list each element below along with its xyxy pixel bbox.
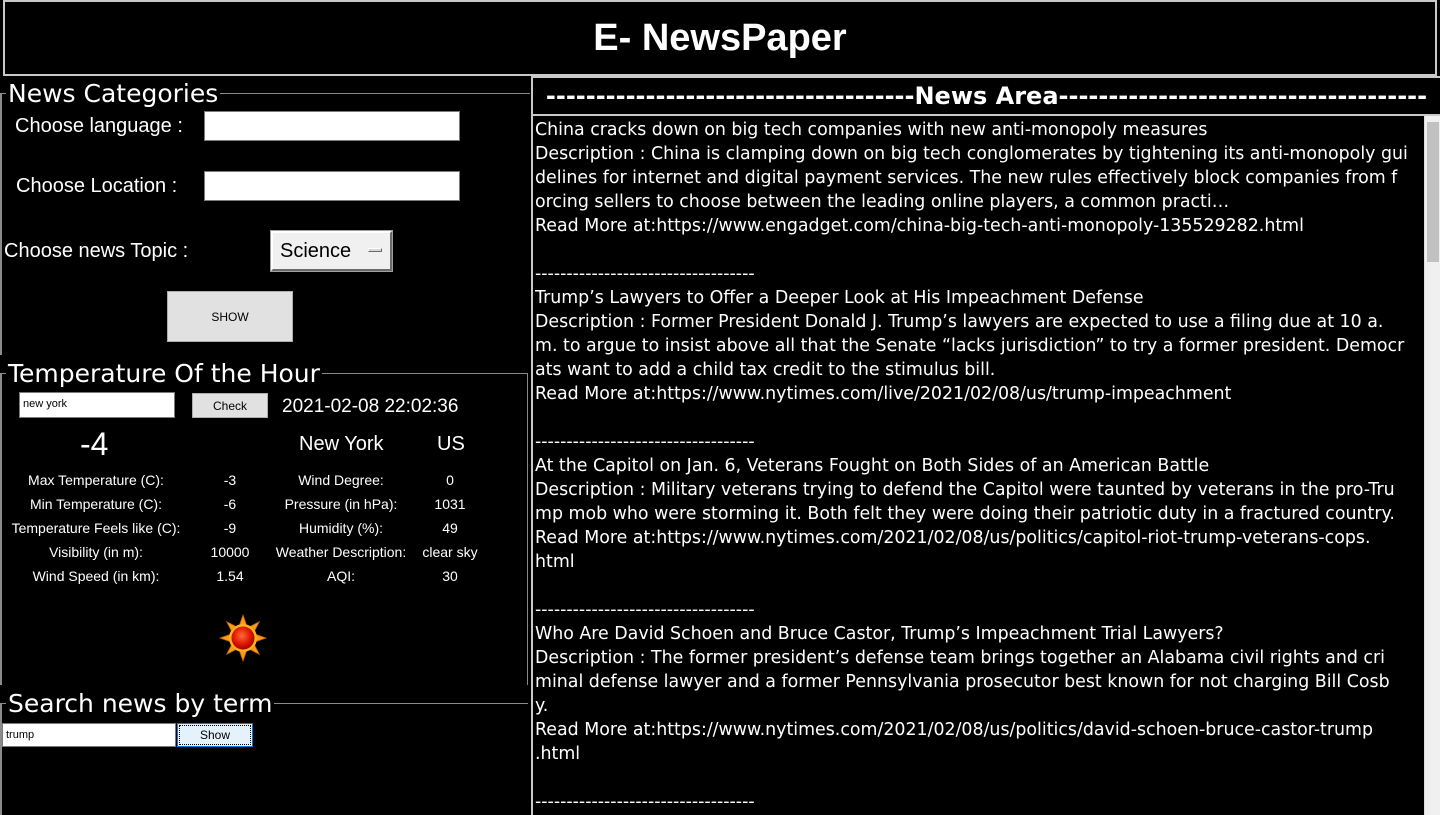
weather-legend: Temperature Of the Hour <box>6 359 322 389</box>
news-text-line: ats want to add a child tax credit to th… <box>535 360 996 380</box>
news-read-more-link[interactable]: Read More at:https://www.nytimes.com/liv… <box>535 382 1423 406</box>
weather-row-label: Temperature Feels like (C): <box>11 520 181 536</box>
news-text-line: minal defense lawyer and a former Pennsy… <box>535 672 1390 692</box>
location-input[interactable] <box>204 171 460 201</box>
weather-row-value: 10000 <box>210 544 250 560</box>
weather-row-value: -6 <box>223 496 237 512</box>
weather-row-value: 1.54 <box>216 568 244 584</box>
app-title-bar: E- NewsPaper <box>3 0 1437 76</box>
weather-row-label2: AQI: <box>326 568 355 584</box>
news-text-line: y. <box>535 696 549 716</box>
weather-row-label: Wind Speed (in km): <box>32 568 160 584</box>
city-input[interactable]: new york <box>19 392 175 418</box>
news-headline: At the Capitol on Jan. 6, Veterans Fough… <box>535 456 1210 476</box>
dropdown-indicator-icon <box>368 248 382 252</box>
weather-row-label2: Wind Degree: <box>298 472 384 488</box>
city-name: New York <box>299 433 384 455</box>
country-code: US <box>437 433 465 455</box>
weather-row-label: Visibility (in m): <box>49 544 143 560</box>
search-legend: Search news by term <box>6 689 275 719</box>
weather-row-value2: 30 <box>442 568 458 584</box>
news-separator: ----------------------------------- <box>535 432 755 452</box>
app-title: E- NewsPaper <box>593 16 847 59</box>
current-temperature: -4 <box>80 426 109 462</box>
news-spacer <box>535 766 1423 790</box>
news-read-more-link-cont[interactable]: html <box>535 550 1423 574</box>
news-text-area[interactable]: China cracks down on big tech companies … <box>535 118 1423 815</box>
news-panel: -------------------------------------New… <box>531 76 1440 815</box>
search-frame-left <box>0 703 2 815</box>
news-text-line: delines for internet and digital payment… <box>535 168 1398 188</box>
weather-row-label: Min Temperature (C): <box>29 496 162 512</box>
news-spacer <box>535 238 1423 262</box>
news-headline: China cracks down on big tech companies … <box>535 120 1208 140</box>
sun-icon <box>218 613 268 663</box>
weather-row-value: -9 <box>223 520 237 536</box>
left-panel: News Categories Choose language : Choose… <box>0 76 532 815</box>
news-text-line: Description : China is clamping down on … <box>535 144 1408 164</box>
topic-dropdown[interactable]: Science <box>271 231 392 271</box>
check-weather-button[interactable]: Check <box>192 393 268 418</box>
topic-label: Choose news Topic : <box>4 240 189 262</box>
news-read-more-link[interactable]: Read More at:https://www.engadget.com/ch… <box>535 214 1423 238</box>
news-item: At the Capitol on Jan. 6, Veterans Fough… <box>535 454 1423 622</box>
news-separator: ----------------------------------- <box>535 792 755 812</box>
language-label: Choose language : <box>15 115 183 137</box>
news-read-more-link[interactable]: Read More at:https://www.nytimes.com/202… <box>535 526 1423 550</box>
news-scrollbar-thumb[interactable] <box>1427 122 1439 262</box>
news-separator: ----------------------------------- <box>535 600 755 620</box>
news-headline: Who Are David Schoen and Bruce Castor, T… <box>535 624 1224 644</box>
categories-frame-left <box>0 93 2 355</box>
weather-datetime: 2021-02-08 22:02:36 <box>282 396 459 417</box>
news-scrollbar[interactable] <box>1424 116 1440 815</box>
weather-row-value2: 49 <box>442 520 458 536</box>
news-read-more-link[interactable]: Read More at:https://www.nytimes.com/202… <box>535 718 1423 742</box>
weather-row-label2: Pressure (in hPa): <box>284 496 398 512</box>
weather-row-value: -3 <box>223 472 237 488</box>
news-item: China cracks down on big tech companies … <box>535 118 1423 286</box>
location-label: Choose Location : <box>16 175 178 197</box>
weather-row-value2: clear sky <box>422 544 478 560</box>
search-term-input[interactable]: trump <box>2 723 176 747</box>
show-categories-button[interactable]: SHOW <box>167 291 293 342</box>
language-input[interactable] <box>204 111 460 141</box>
news-item: Who Are David Schoen and Bruce Castor, T… <box>535 622 1423 814</box>
news-text-line: Description : The former president’s def… <box>535 648 1385 668</box>
news-area-header: -------------------------------------New… <box>533 76 1440 116</box>
search-show-button[interactable]: Show <box>177 723 253 747</box>
news-text-line: Description : Military veterans trying t… <box>535 480 1395 500</box>
weather-row-label2: Weather Description: <box>275 544 407 560</box>
weather-frame-right <box>527 373 528 685</box>
news-text-line: Description : Former President Donald J.… <box>535 312 1384 332</box>
news-text-line: mp mob who were storming it. Both felt t… <box>535 504 1395 524</box>
weather-row-value2: 1031 <box>434 496 466 512</box>
news-item: Trump’s Lawyers to Offer a Deeper Look a… <box>535 286 1423 454</box>
categories-legend: News Categories <box>6 79 221 109</box>
news-spacer <box>535 574 1423 598</box>
weather-row-value2: 0 <box>446 472 454 488</box>
news-separator: ----------------------------------- <box>535 264 755 284</box>
topic-dropdown-value: Science <box>280 239 352 262</box>
weather-row-label2: Humidity (%): <box>298 520 383 536</box>
news-headline: Trump’s Lawyers to Offer a Deeper Look a… <box>535 288 1144 308</box>
news-spacer <box>535 406 1423 430</box>
news-read-more-link-cont[interactable]: .html <box>535 742 1423 766</box>
news-text-line: orcing sellers to choose between the lea… <box>535 192 1230 212</box>
weather-row-label: Max Temperature (C): <box>28 472 164 488</box>
news-text-line: m. to argue to insist above all that the… <box>535 336 1405 356</box>
